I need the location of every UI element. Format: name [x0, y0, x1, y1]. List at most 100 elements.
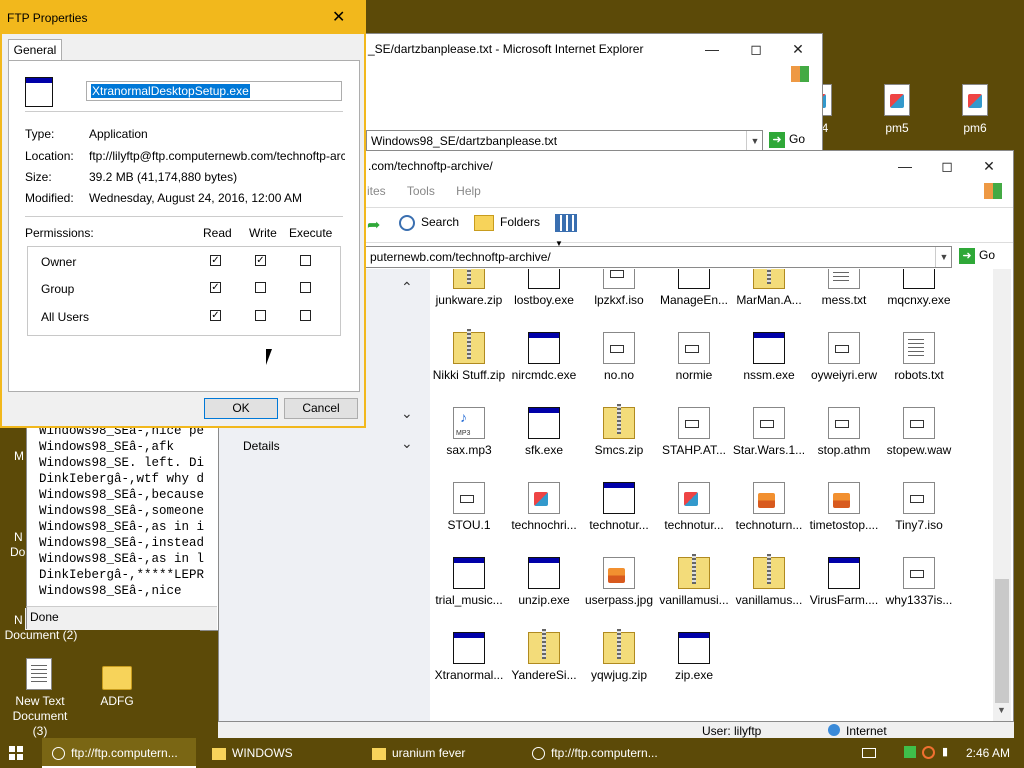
- file-item[interactable]: technochri...: [506, 482, 582, 533]
- tab-general[interactable]: General: [8, 39, 62, 62]
- keyboard-icon[interactable]: [862, 748, 876, 758]
- explorer-go-button[interactable]: ➜ Go: [959, 248, 995, 264]
- ie-address-bar[interactable]: Windows98_SE/dartzbanplease.txt: [366, 130, 763, 152]
- file-item[interactable]: robots.txt: [881, 332, 957, 383]
- file-item[interactable]: technoturn...: [731, 482, 807, 533]
- details-section-header[interactable]: Details: [243, 439, 280, 453]
- file-item[interactable]: mess.txt: [806, 269, 882, 308]
- owner-write-checkbox[interactable]: ✓: [255, 255, 266, 266]
- volume-icon[interactable]: ▮: [942, 746, 954, 758]
- modified-value: Wednesday, August 24, 2016, 12:00 AM: [89, 191, 303, 205]
- cancel-button[interactable]: Cancel: [284, 398, 358, 419]
- file-file-icon: [603, 332, 635, 364]
- file-item[interactable]: Xtranormal...: [431, 632, 507, 683]
- taskbar-item-windows[interactable]: WINDOWS: [208, 738, 293, 768]
- start-button[interactable]: [0, 738, 34, 768]
- file-item[interactable]: unzip.exe: [506, 557, 582, 608]
- file-item[interactable]: technotur...: [581, 482, 657, 533]
- minimize-button[interactable]: —: [883, 151, 927, 181]
- file-item[interactable]: trial_music...: [431, 557, 507, 608]
- type-label: Type:: [25, 127, 55, 141]
- file-name: STAHP.AT...: [661, 443, 727, 457]
- ie-go-button[interactable]: ➜ Go: [769, 132, 805, 148]
- menu-favorites[interactable]: ites: [367, 184, 386, 198]
- file-file-icon: [828, 332, 860, 364]
- chevron-down-icon[interactable]: ⌄: [401, 435, 413, 452]
- file-item[interactable]: lostboy.exe: [506, 269, 582, 308]
- all-users-execute-checkbox[interactable]: [300, 310, 311, 321]
- file-item[interactable]: Star.Wars.1...: [731, 407, 807, 458]
- chevron-down-icon[interactable]: ▼: [746, 131, 763, 151]
- file-item[interactable]: mqcnxy.exe: [881, 269, 957, 308]
- ok-button[interactable]: OK: [204, 398, 278, 419]
- close-icon[interactable]: ✕: [332, 7, 345, 27]
- desktop-partial-label-do: Do: [10, 545, 26, 559]
- search-button[interactable]: Search: [399, 215, 459, 231]
- all-users-write-checkbox[interactable]: [255, 310, 266, 321]
- maximize-button[interactable]: ◻: [925, 151, 969, 181]
- file-item[interactable]: stop.athm: [806, 407, 882, 458]
- group-read-checkbox[interactable]: ✓: [210, 282, 221, 293]
- file-item[interactable]: Smcs.zip: [581, 404, 657, 458]
- file-item[interactable]: normie: [656, 332, 732, 383]
- file-item[interactable]: VirusFarm....: [806, 557, 882, 608]
- menu-help[interactable]: Help: [456, 184, 481, 198]
- search-tray-icon[interactable]: [922, 746, 935, 759]
- folders-button[interactable]: Folders: [474, 215, 540, 231]
- scroll-down-icon[interactable]: ▼: [997, 705, 1006, 715]
- minimize-button[interactable]: —: [690, 34, 734, 64]
- forward-arrow-icon[interactable]: ➦: [367, 215, 383, 234]
- desktop-partial-label-n2: N: [14, 613, 23, 627]
- file-item[interactable]: ManageEn...: [656, 269, 732, 308]
- file-name: lpzkxf.iso: [594, 293, 644, 307]
- group-write-checkbox[interactable]: [255, 282, 266, 293]
- file-item[interactable]: YandereSi...: [506, 629, 582, 683]
- taskbar-item-uranium-fever[interactable]: uranium fever: [368, 738, 465, 768]
- file-item[interactable]: sfk.exe: [506, 407, 582, 458]
- file-item[interactable]: lpzkxf.iso: [581, 269, 657, 308]
- menu-tools[interactable]: Tools: [407, 184, 435, 198]
- file-item[interactable]: Tiny7.iso: [881, 482, 957, 533]
- file-item[interactable]: timetostop....: [806, 482, 882, 533]
- file-item[interactable]: nssm.exe: [731, 332, 807, 383]
- file-grid: junkware.zip lostboy.exe lpzkxf.iso ManageE…: [431, 269, 993, 721]
- explorer-address-bar[interactable]: puternewb.com/technoftp-archive/: [365, 246, 952, 268]
- taskbar-item-ftp-2[interactable]: ftp://ftp.computern...: [528, 738, 658, 768]
- network-icon[interactable]: [904, 746, 916, 758]
- file-item[interactable]: oyweiyri.erw: [806, 332, 882, 383]
- file-item[interactable]: junkware.zip: [431, 269, 507, 308]
- owner-read-checkbox[interactable]: ✓: [210, 255, 221, 266]
- chevron-up-icon[interactable]: ⌃: [401, 279, 413, 296]
- file-item[interactable]: nircmdc.exe: [506, 332, 582, 383]
- file-item[interactable]: zip.exe: [656, 632, 732, 683]
- file-item[interactable]: yqwjug.zip: [581, 629, 657, 683]
- file-item[interactable]: vanillamus...: [731, 554, 807, 608]
- file-item[interactable]: vanillamusi...: [656, 554, 732, 608]
- scroll-thumb[interactable]: [995, 579, 1009, 703]
- chevron-down-icon[interactable]: ⌄: [401, 405, 413, 422]
- clock[interactable]: 2:46 AM: [966, 746, 1010, 760]
- filename-field[interactable]: XtranormalDesktopSetup.exe: [86, 81, 342, 101]
- file-item[interactable]: no.no: [581, 332, 657, 383]
- file-item[interactable]: STOU.1: [431, 482, 507, 533]
- file-item[interactable]: stopew.waw: [881, 407, 957, 458]
- file-item[interactable]: why1337is...: [881, 557, 957, 608]
- taskbar-item-ftp-1[interactable]: ftp://ftp.computern...: [42, 738, 196, 768]
- file-item[interactable]: sax.mp3: [431, 407, 507, 458]
- owner-execute-checkbox[interactable]: [300, 255, 311, 266]
- chevron-down-icon[interactable]: ▼: [935, 247, 952, 267]
- zip-file-icon: [603, 404, 635, 439]
- maximize-button[interactable]: ◻: [734, 34, 778, 64]
- all-users-read-checkbox[interactable]: ✓: [210, 310, 221, 321]
- file-item[interactable]: MarMan.A...: [731, 269, 807, 308]
- console-line: Windows98_SEâ-,as in l: [39, 552, 205, 566]
- file-item[interactable]: Nikki Stuff.zip: [431, 329, 507, 383]
- views-button[interactable]: ▼: [555, 214, 585, 248]
- vertical-scrollbar[interactable]: ▼: [993, 269, 1011, 721]
- group-execute-checkbox[interactable]: [300, 282, 311, 293]
- close-button[interactable]: ✕: [776, 34, 820, 64]
- close-button[interactable]: ✕: [967, 151, 1011, 181]
- file-item[interactable]: technotur...: [656, 482, 732, 533]
- file-item[interactable]: STAHP.AT...: [656, 407, 732, 458]
- file-item[interactable]: userpass.jpg: [581, 557, 657, 608]
